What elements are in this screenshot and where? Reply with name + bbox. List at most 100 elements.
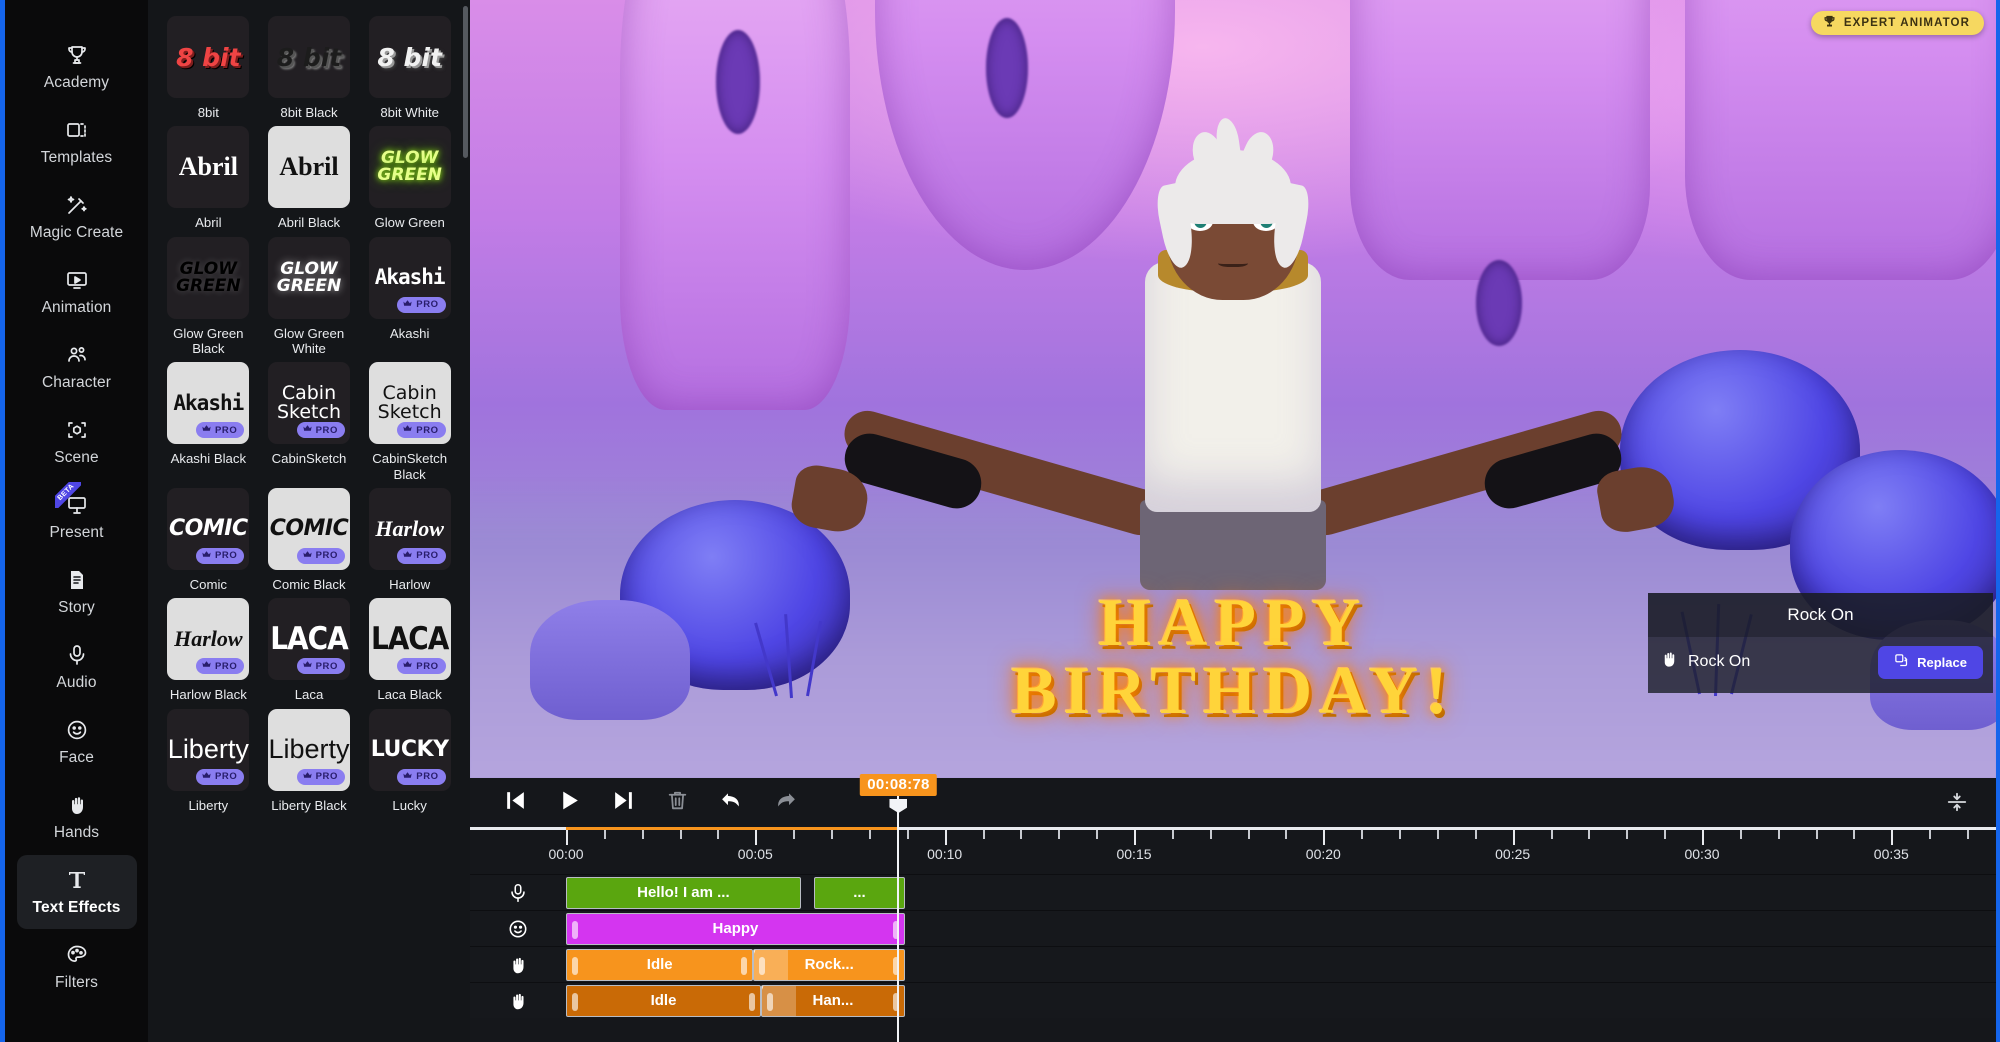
panel-scrollbar[interactable]: [463, 6, 468, 158]
undo-button[interactable]: [714, 785, 748, 819]
timeline-clip[interactable]: Han...: [761, 984, 905, 1017]
timeline-ruler[interactable]: 00:00 00:05 00:10 00:15 00:20 00:25 00:30 00:35…: [470, 826, 1996, 874]
character-avatar[interactable]: [783, 116, 1683, 778]
clip-handle-right[interactable]: [892, 956, 899, 975]
text-effect-thumbnail: 8 bit: [368, 16, 451, 98]
sidebar-item-hands[interactable]: Hands: [17, 780, 137, 854]
replace-button[interactable]: Replace: [1878, 645, 1983, 679]
text-effect-caption: Harlow: [389, 576, 431, 592]
text-effect-card[interactable]: LACA PRO Laca Black: [359, 598, 460, 708]
popover-title: Rock On: [1648, 593, 1993, 637]
text-effect-card[interactable]: Harlow PRO Harlow: [359, 487, 460, 598]
sidebar-item-magic-create[interactable]: Magic Create: [17, 180, 137, 254]
hand-left-icon[interactable]: [470, 954, 566, 976]
clip-label: Han...: [812, 992, 854, 1009]
ruler-tick: [1058, 830, 1061, 839]
text-effect-sample: LUCKY: [370, 736, 449, 762]
text-effect-card[interactable]: 8 bit 8bit White: [359, 16, 460, 126]
timeline-clip[interactable]: Idle: [566, 948, 754, 981]
sidebar-item-text-effects[interactable]: Text Effects: [16, 855, 137, 929]
play-button[interactable]: [552, 785, 586, 819]
text-effect-card[interactable]: COMIC PRO Comic: [158, 487, 259, 598]
track-lane[interactable]: Idle Han...: [566, 983, 1996, 1019]
clip-handle-right[interactable]: [749, 992, 755, 1011]
sidebar-item-label: Academy: [43, 74, 110, 91]
ruler-tick-label: 00:05: [737, 846, 773, 862]
microphone-icon[interactable]: [470, 882, 566, 904]
sidebar-item-audio[interactable]: Audio: [17, 630, 137, 704]
ruler-tick: [1020, 830, 1023, 839]
ruler-tick-label: 00:00: [548, 846, 584, 862]
redo-icon: [773, 788, 798, 816]
track-lane[interactable]: Idle Rock...: [566, 947, 1996, 983]
sidebar-item-filters[interactable]: Filters: [17, 930, 137, 1004]
text-effect-thumbnail: 8 bit: [167, 16, 250, 98]
clip-handle-left[interactable]: [572, 920, 578, 939]
microphone-icon: [64, 642, 90, 668]
sidebar-item-face[interactable]: Face: [17, 705, 137, 779]
popover-item[interactable]: Rock On: [1660, 650, 1750, 674]
text-effect-card[interactable]: 8 bit 8bit Black: [259, 16, 360, 126]
sidebar-item-academy[interactable]: Academy: [17, 30, 137, 104]
character-icon: [64, 342, 90, 368]
text-effect-card[interactable]: Harlow PRO Harlow Black: [158, 598, 259, 708]
redo-button[interactable]: [768, 785, 802, 819]
timeline-clip[interactable]: Idle: [566, 984, 761, 1017]
sidebar-item-story[interactable]: Story: [17, 555, 137, 629]
text-effect-card[interactable]: 8 bit 8bit: [158, 16, 259, 126]
hand-right-icon[interactable]: [470, 990, 566, 1012]
clip-handle-left[interactable]: [572, 992, 578, 1011]
clip-handle-left[interactable]: [767, 992, 773, 1011]
clip-handle-right[interactable]: [892, 920, 899, 939]
text-effect-card[interactable]: GLOW GREEN Glow Green Black: [158, 236, 259, 363]
track-lane[interactable]: Hello! I am ......: [566, 875, 1996, 911]
sidebar-item-animation[interactable]: Animation: [17, 255, 137, 329]
delete-button[interactable]: [660, 785, 694, 819]
skip-to-end-button[interactable]: [606, 785, 640, 819]
crown-icon: [201, 423, 212, 437]
timeline-clip[interactable]: Hello! I am ...: [566, 876, 801, 909]
text-effect-card[interactable]: Liberty PRO Liberty: [158, 708, 259, 819]
smiley-face-icon[interactable]: [470, 918, 566, 940]
track-lane[interactable]: Happy: [566, 911, 1996, 947]
text-effect-card[interactable]: Abril Abril Black: [259, 126, 360, 236]
text-effect-card[interactable]: GLOW GREEN Glow Green: [359, 126, 460, 236]
pro-badge: PRO: [195, 422, 245, 439]
sidebar-item-character[interactable]: Character: [17, 330, 137, 404]
pro-badge: PRO: [397, 422, 446, 439]
text-effect-card[interactable]: GLOW GREEN Glow Green White: [259, 236, 360, 363]
text-effect-card[interactable]: LUCKY PRO Lucky: [359, 708, 460, 819]
text-effect-card[interactable]: Akashi PRO Akashi Black: [158, 362, 259, 488]
text-effect-card[interactable]: COMIC PRO Comic Black: [259, 487, 360, 598]
text-effect-caption: Laca Black: [377, 687, 442, 703]
sidebar-item-label: Templates: [40, 149, 113, 166]
text-effect-card[interactable]: LACA PRO Laca: [259, 598, 360, 708]
ruler-tick-label: 00:30: [1684, 846, 1720, 862]
clip-handle-right[interactable]: [892, 992, 899, 1011]
sidebar-item-present[interactable]: BETA Present: [17, 480, 137, 554]
timeline-clip[interactable]: ...: [814, 876, 905, 909]
sidebar-item-label: Hands: [53, 824, 100, 841]
pro-badge: PRO: [195, 547, 245, 564]
sidebar-item-scene[interactable]: Scene: [17, 405, 137, 479]
text-effect-thumbnail: Harlow PRO: [167, 598, 250, 681]
pro-badge: PRO: [397, 296, 446, 313]
sidebar-item-templates[interactable]: Templates: [17, 105, 137, 179]
preview-stage[interactable]: HAPPY BIRTHDAY! EXPERT ANIMATOR Rock On …: [470, 0, 1996, 778]
text-effect-thumbnail: Cabin Sketch PRO: [368, 362, 451, 445]
text-effect-card[interactable]: Akashi PRO Akashi: [359, 236, 460, 363]
timeline-clip[interactable]: Rock...: [753, 948, 905, 981]
clip-handle-right[interactable]: [741, 956, 748, 975]
clip-handle-left[interactable]: [572, 956, 578, 975]
timeline-clip[interactable]: Happy: [566, 912, 905, 945]
text-effect-card[interactable]: Cabin Sketch PRO CabinSketch Black: [359, 362, 460, 488]
story-icon: [64, 567, 90, 593]
text-effect-card[interactable]: Liberty PRO Liberty Black: [259, 708, 360, 819]
text-effect-card[interactable]: Cabin Sketch PRO CabinSketch: [259, 362, 360, 488]
text-effect-card[interactable]: Abril Abril: [158, 126, 259, 236]
skip-to-start-button[interactable]: [498, 785, 532, 819]
sidebar-item-label: Filters: [55, 974, 98, 991]
clip-handle-left[interactable]: [759, 956, 766, 975]
collapse-vertical-icon[interactable]: [1940, 785, 1974, 819]
text-effect-caption: Lucky: [392, 797, 427, 813]
